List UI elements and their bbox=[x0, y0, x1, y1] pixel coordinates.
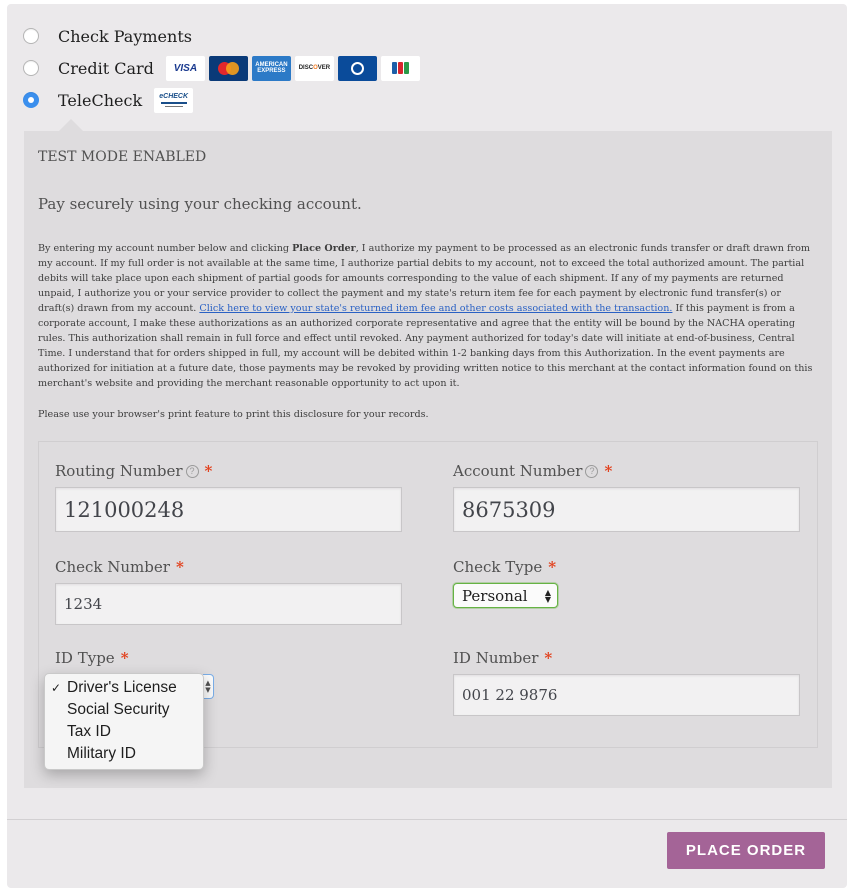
check-type-value: Personal bbox=[462, 586, 528, 605]
payment-method-credit-card[interactable]: Credit Card VISA AMERICAN EXPRESS DISC O V… bbox=[23, 54, 420, 82]
routing-number-label: Routing Number bbox=[55, 462, 183, 480]
check-type-field: Check Type * bbox=[453, 558, 556, 576]
test-mode-notice: TEST MODE ENABLED bbox=[38, 149, 207, 165]
routing-number-field: Routing Number? * bbox=[55, 462, 212, 480]
place-order-button[interactable]: PLACE ORDER bbox=[667, 832, 825, 869]
account-number-label: Account Number bbox=[453, 462, 583, 480]
check-type-label: Check Type bbox=[453, 558, 543, 576]
required-marker: * bbox=[548, 558, 557, 576]
check-number-input[interactable]: 1234 bbox=[55, 583, 402, 625]
option-label: Tax ID bbox=[67, 723, 111, 740]
required-marker: * bbox=[204, 462, 213, 480]
required-marker: * bbox=[604, 462, 613, 480]
payment-description: Pay securely using your checking account… bbox=[38, 195, 362, 213]
id-number-label: ID Number bbox=[453, 649, 539, 667]
payment-method-check-payments[interactable]: Check Payments bbox=[23, 22, 204, 50]
authorization-text: By entering my account number below and … bbox=[38, 241, 820, 391]
id-type-dropdown-menu: ✓ Driver's License Social Security Tax ID… bbox=[44, 673, 204, 770]
required-marker: * bbox=[544, 649, 553, 667]
auth-part-3: If this payment is from a corporate acco… bbox=[38, 303, 813, 389]
help-icon[interactable]: ? bbox=[585, 464, 599, 478]
check-number-label: Check Number bbox=[55, 558, 170, 576]
discover-icon: DISC O VER bbox=[294, 55, 334, 81]
amex-text: AMERICAN EXPRESS bbox=[255, 62, 288, 74]
id-number-field: ID Number * bbox=[453, 649, 552, 667]
id-type-option-drivers-license[interactable]: ✓ Driver's License bbox=[45, 677, 203, 699]
auth-part-1: By entering my account number below and … bbox=[38, 243, 293, 254]
id-type-field: ID Type * bbox=[55, 649, 129, 667]
check-type-select[interactable]: Personal ▲ ▼ bbox=[453, 583, 558, 608]
visa-icon: VISA bbox=[165, 55, 205, 81]
divider bbox=[7, 819, 847, 820]
required-marker: * bbox=[120, 649, 129, 667]
card-logos: VISA AMERICAN EXPRESS DISC O VER bbox=[165, 55, 420, 81]
help-icon[interactable]: ? bbox=[185, 464, 199, 478]
radio-telecheck[interactable] bbox=[23, 92, 39, 108]
echeck-text: eCHECK bbox=[159, 93, 189, 100]
option-label: Driver's License bbox=[67, 679, 177, 696]
returned-item-fee-link[interactable]: Click here to view your state's returned… bbox=[199, 303, 672, 314]
id-type-option-social-security[interactable]: Social Security bbox=[45, 699, 203, 721]
discover-text-a: DISC bbox=[298, 65, 314, 71]
account-number-field: Account Number? * bbox=[453, 462, 612, 480]
radio-check-payments[interactable] bbox=[23, 28, 39, 44]
visa-text: VISA bbox=[173, 62, 198, 74]
auth-bold-place-order: Place Order bbox=[292, 243, 356, 254]
check-number-field: Check Number * bbox=[55, 558, 184, 576]
id-type-option-military-id[interactable]: Military ID bbox=[45, 743, 203, 765]
method-label-credit-card: Credit Card bbox=[58, 58, 154, 78]
option-label: Military ID bbox=[67, 745, 136, 762]
option-label: Social Security bbox=[67, 701, 170, 718]
discover-text-c: VER bbox=[317, 65, 331, 71]
jcb-icon bbox=[380, 55, 420, 81]
diners-club-icon bbox=[337, 55, 377, 81]
id-type-option-tax-id[interactable]: Tax ID bbox=[45, 721, 203, 743]
panel-pointer bbox=[59, 119, 83, 131]
account-number-input[interactable]: 8675309 bbox=[453, 487, 800, 532]
id-number-input[interactable]: 001 22 9876 bbox=[453, 674, 800, 716]
checkmark-icon: ✓ bbox=[51, 681, 62, 695]
id-type-label: ID Type bbox=[55, 649, 115, 667]
payment-method-telecheck[interactable]: TeleCheck eCHECK bbox=[23, 86, 194, 114]
required-marker: * bbox=[175, 558, 184, 576]
select-arrows-icon: ▲ ▼ bbox=[544, 587, 551, 604]
routing-number-input[interactable]: 121000248 bbox=[55, 487, 402, 532]
radio-credit-card[interactable] bbox=[23, 60, 39, 76]
print-note: Please use your browser's print feature … bbox=[38, 409, 429, 420]
method-label-telecheck: TeleCheck bbox=[58, 90, 143, 110]
amex-icon: AMERICAN EXPRESS bbox=[251, 55, 291, 81]
id-type-select[interactable]: ▲ ▼ bbox=[203, 674, 214, 699]
echeck-icon: eCHECK bbox=[154, 87, 194, 113]
method-label-check-payments: Check Payments bbox=[58, 26, 192, 46]
mastercard-icon bbox=[208, 55, 248, 81]
